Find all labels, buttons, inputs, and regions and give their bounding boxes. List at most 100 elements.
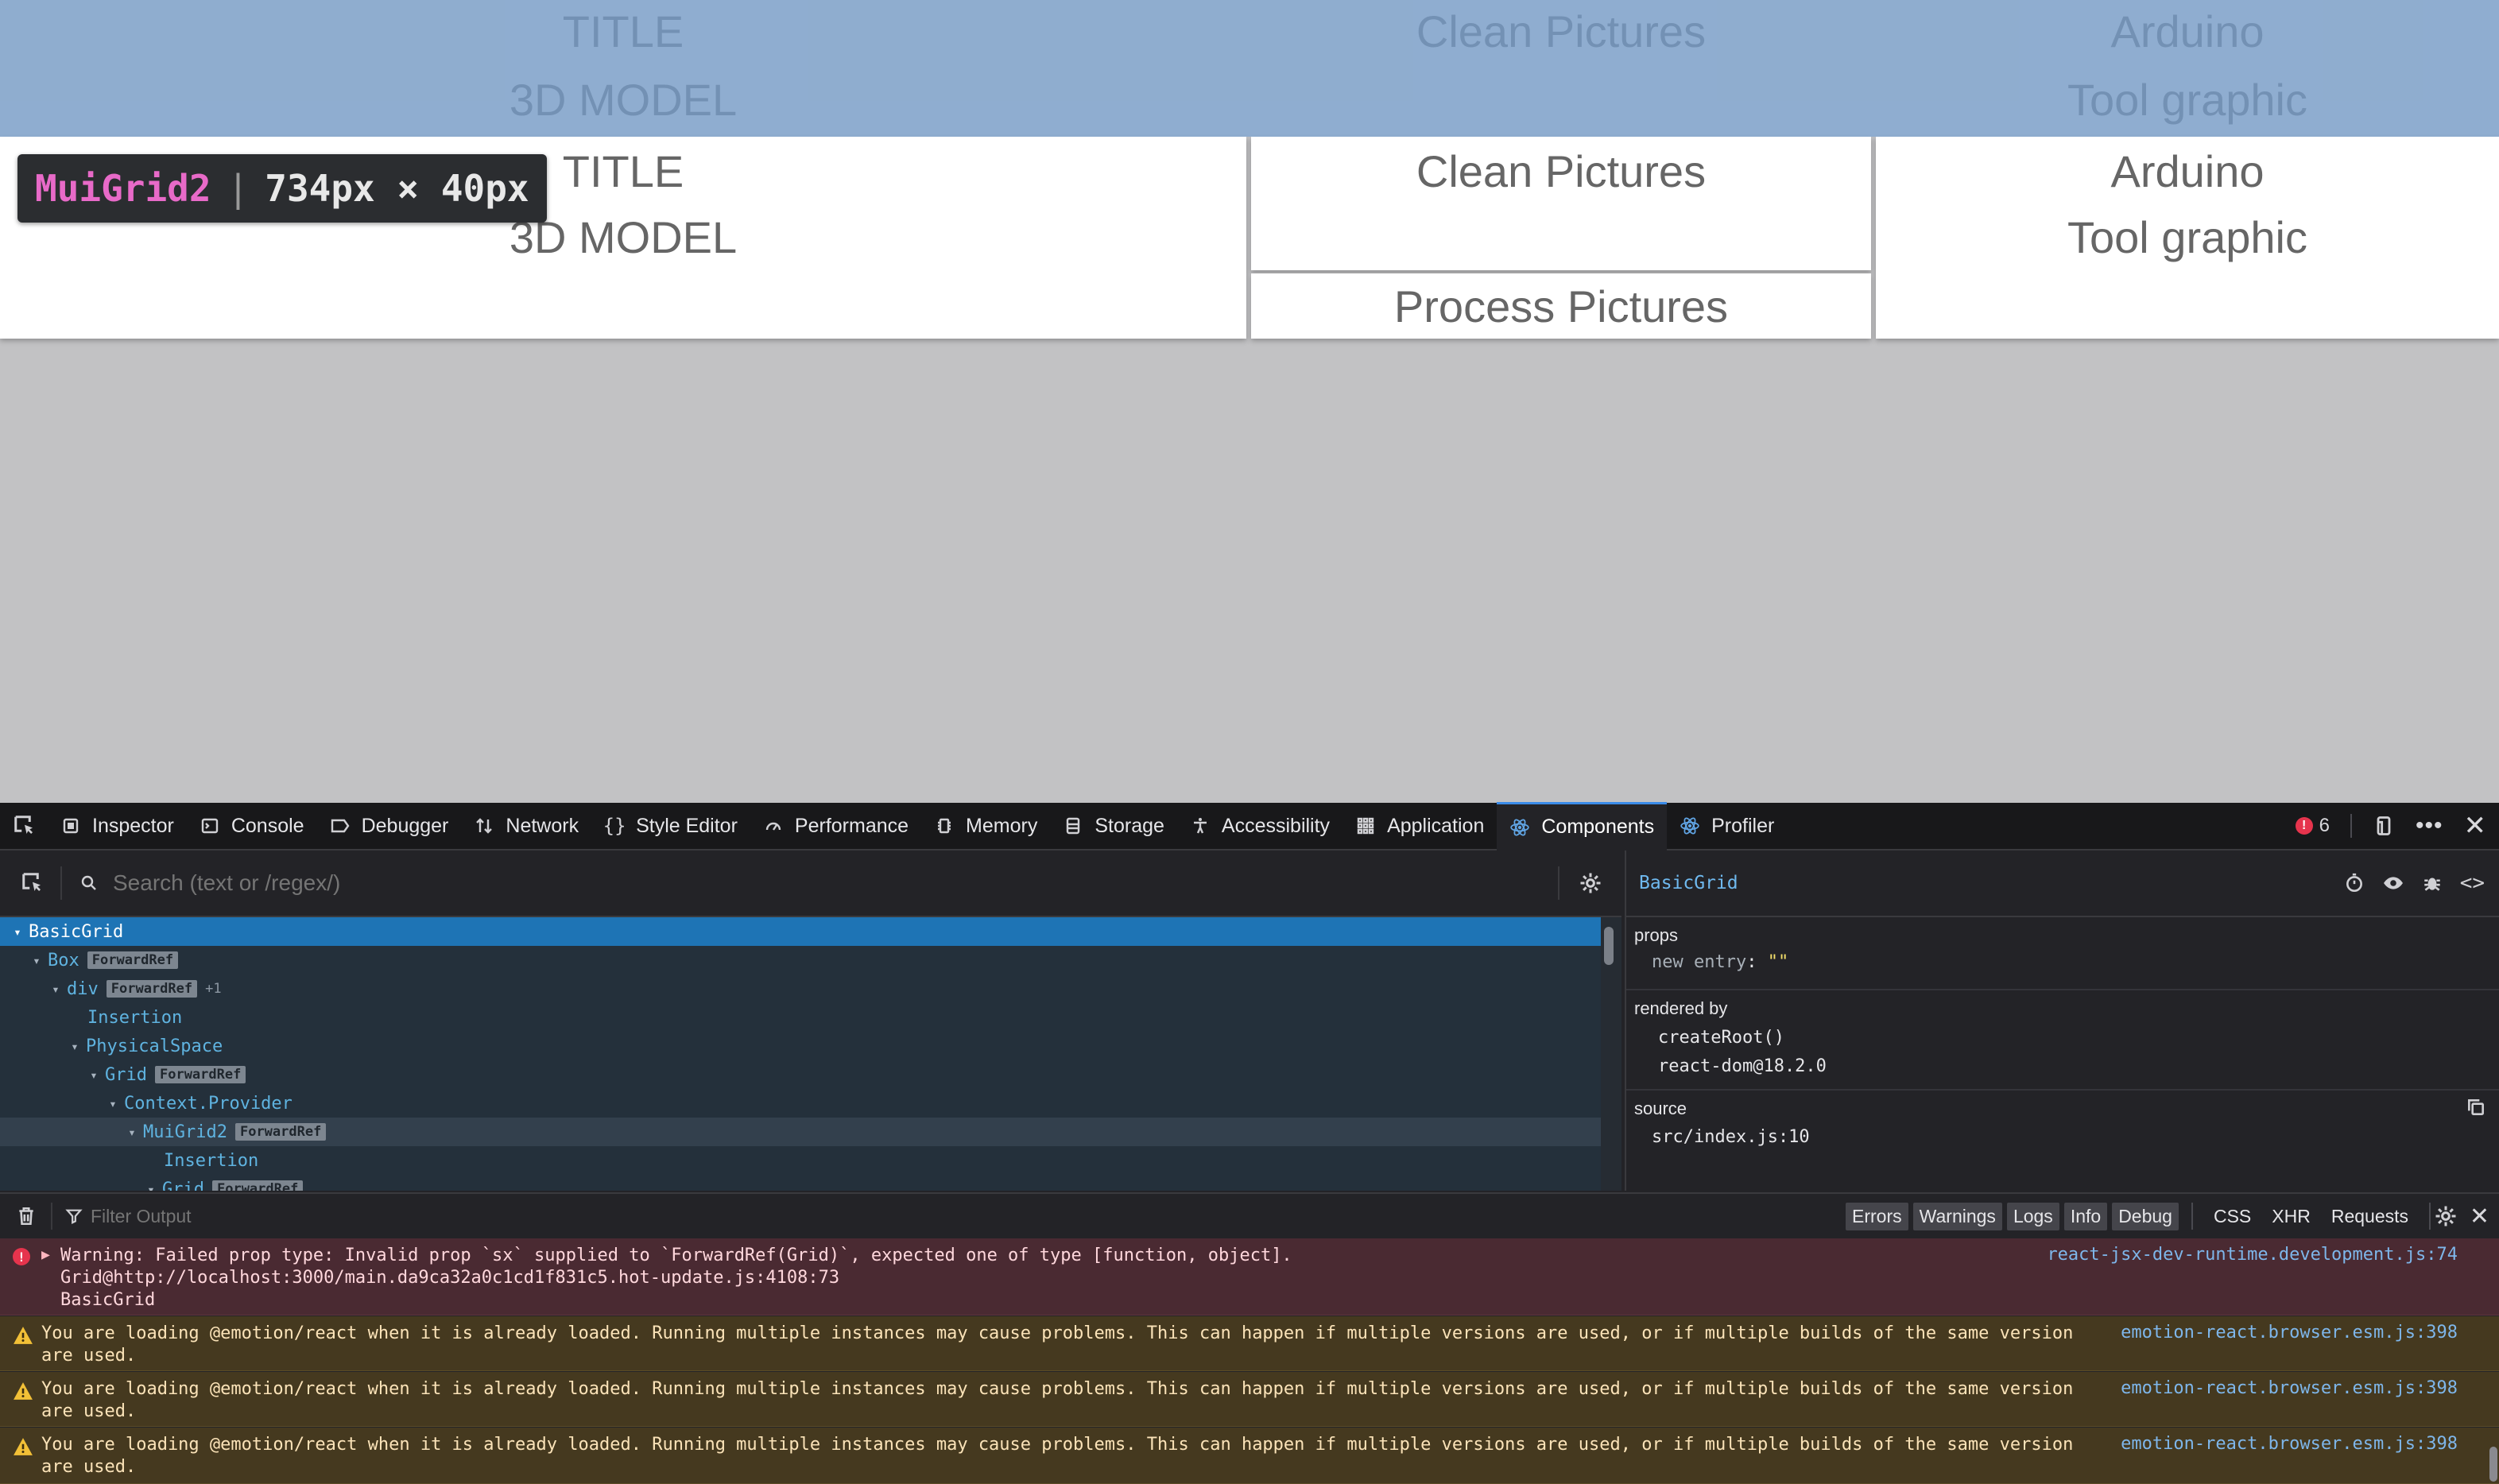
console-message-text: Warning: Failed prop type: Invalid prop … [60, 1246, 1292, 1310]
console-message-warning[interactable]: You are loading @emotion/react when it i… [0, 1316, 2499, 1371]
tree-node[interactable]: ▾ Context.Provider [0, 1089, 1601, 1118]
source-location[interactable]: src/index.js:10 [1634, 1127, 2499, 1147]
tab-console[interactable]: Console [187, 803, 317, 849]
tab-label: Components [1541, 816, 1655, 838]
tab-performance[interactable]: Performance [750, 803, 921, 849]
tab-label: Debugger [361, 814, 449, 837]
tree-node[interactable]: Insertion [0, 1146, 1601, 1175]
tab-debugger[interactable]: Debugger [317, 803, 462, 849]
filter-output-input[interactable] [89, 1201, 808, 1231]
console-message-warning[interactable]: You are loading @emotion/react when it i… [0, 1428, 2499, 1484]
tree-node[interactable]: ▾ MuiGrid2 ForwardRef [0, 1118, 1601, 1146]
console-message-text: You are loading @emotion/react when it i… [41, 1435, 2074, 1477]
console-message-warning[interactable]: You are loading @emotion/react when it i… [0, 1372, 2499, 1427]
filter-css-button[interactable]: CSS [2206, 1203, 2259, 1230]
console-message-source-link[interactable]: emotion-react.browser.esm.js:398 [2121, 1378, 2458, 1398]
close-devtools-icon[interactable]: ✕ [2464, 810, 2487, 842]
highlight-label-tool-graphic: Tool graphic [2067, 75, 2307, 125]
tab-profiler[interactable]: Profiler [1667, 803, 1787, 849]
console-message-source-link[interactable]: emotion-react.browser.esm.js:398 [2121, 1434, 2458, 1454]
settings-divider [1558, 866, 1559, 900]
filter-info-button[interactable]: Info [2063, 1202, 2108, 1230]
tab-label: Performance [794, 814, 909, 837]
expand-triangle-icon: ▾ [52, 981, 60, 997]
warning-icon [13, 1381, 33, 1405]
element-picker-button[interactable] [0, 803, 48, 849]
react-atom-icon [1680, 816, 1700, 836]
console-message-text: You are loading @emotion/react when it i… [41, 1379, 2074, 1421]
tree-node[interactable]: ▾ BasicGrid [0, 917, 1601, 946]
grid-card-3: Process Pictures [1251, 273, 1871, 339]
console-message-text: You are loading @emotion/react when it i… [41, 1323, 2074, 1366]
filter-divider [2429, 1203, 2431, 1230]
select-component-icon[interactable] [21, 871, 45, 895]
warning-icon [13, 1326, 33, 1350]
toolbar-divider [2350, 814, 2352, 838]
devtools-toolbar: Inspector Console Debugger Network {} Sty… [0, 801, 2499, 850]
bug-icon[interactable] [2422, 873, 2443, 893]
tab-network[interactable]: Network [461, 803, 591, 849]
braces-icon: {} [602, 815, 626, 837]
prop-row[interactable]: new entry: "" [1634, 952, 2499, 972]
filter-debug-button[interactable]: Debug [2112, 1202, 2179, 1230]
tree-node-label: PhysicalSpace [86, 1036, 223, 1056]
console-scrollbar[interactable] [2489, 1447, 2497, 1482]
filter-requests-button[interactable]: Requests [2323, 1203, 2416, 1230]
storage-icon [1063, 816, 1083, 836]
filter-warnings-button[interactable]: Warnings [1912, 1202, 2002, 1230]
prop-value[interactable]: "" [1768, 952, 1789, 972]
tab-style-editor[interactable]: {} Style Editor [591, 803, 750, 849]
tree-scrollbar[interactable] [1604, 927, 1614, 965]
error-count-badge[interactable]: ! 6 [2295, 815, 2330, 837]
inspector-icon [60, 816, 81, 836]
source-title: source [1634, 1098, 1687, 1118]
search-input[interactable] [111, 866, 1545, 900]
tree-node[interactable]: ▾ div ForwardRef +1 [0, 974, 1601, 1003]
tree-node-label: MuiGrid2 [143, 1122, 227, 1142]
grid-card-2: Clean Pictures [1251, 137, 1871, 270]
console-settings-icon[interactable] [2434, 1204, 2458, 1228]
rendered-by-title: rendered by [1634, 998, 1728, 1018]
eye-icon[interactable] [2382, 873, 2404, 893]
trash-icon[interactable] [16, 1205, 37, 1227]
console-message-source-link[interactable]: react-jsx-dev-runtime.development.js:74 [2047, 1245, 2458, 1265]
tab-accessibility[interactable]: Accessibility [1177, 803, 1342, 849]
hoc-badge: ForwardRef [154, 1066, 246, 1083]
tab-application[interactable]: Application [1342, 803, 1497, 849]
console-message-source-link[interactable]: emotion-react.browser.esm.js:398 [2121, 1323, 2458, 1343]
tab-components[interactable]: Components [1497, 801, 1668, 850]
rendered-by-item: react-dom@18.2.0 [1658, 1056, 1827, 1076]
tab-label: Profiler [1711, 814, 1775, 837]
hoc-badge: ForwardRef [87, 951, 179, 969]
tree-node-label: Insertion [164, 1150, 259, 1171]
tab-memory[interactable]: Memory [921, 803, 1050, 849]
tree-node[interactable]: ▾ PhysicalSpace [0, 1032, 1601, 1060]
tree-node[interactable]: ▾ Grid ForwardRef [0, 1175, 1601, 1191]
card-clean-pictures-item: Clean Pictures [1416, 146, 1707, 196]
close-console-icon[interactable]: ✕ [2470, 1203, 2489, 1230]
stopwatch-icon[interactable] [2344, 873, 2365, 893]
more-options-icon[interactable]: ••• [2416, 812, 2443, 839]
filter-xhr-button[interactable]: XHR [2264, 1203, 2319, 1230]
filter-errors-button[interactable]: Errors [1846, 1202, 1908, 1230]
error-icon: ! [2295, 817, 2313, 835]
tree-node-label: Context.Provider [124, 1093, 293, 1114]
toolbar-right-controls: ! 6 ••• ✕ [2295, 803, 2487, 849]
console-message-error[interactable]: ! ▶ Warning: Failed prop type: Invalid p… [0, 1238, 2499, 1315]
copy-icon[interactable] [2466, 1097, 2486, 1118]
view-source-icon[interactable]: <> [2460, 871, 2485, 895]
rendered-by-item: createRoot() [1658, 1028, 1784, 1048]
expand-triangle-icon[interactable]: ▶ [41, 1246, 50, 1263]
tab-inspector[interactable]: Inspector [48, 803, 187, 849]
tab-storage[interactable]: Storage [1050, 803, 1177, 849]
card-tool-graphic-item: Tool graphic [2067, 212, 2307, 262]
selected-component-name: BasicGrid [1639, 873, 1738, 893]
tree-node[interactable]: Insertion [0, 1003, 1601, 1032]
source-section: source src/index.js:10 [1626, 1091, 2499, 1162]
responsive-design-icon[interactable] [2373, 815, 2395, 837]
tree-node[interactable]: ▾ Box ForwardRef [0, 946, 1601, 974]
gear-icon[interactable] [1579, 871, 1602, 895]
hoc-badge: ForwardRef [234, 1123, 327, 1141]
tree-node[interactable]: ▾ Grid ForwardRef [0, 1060, 1601, 1089]
filter-logs-button[interactable]: Logs [2006, 1202, 2059, 1230]
